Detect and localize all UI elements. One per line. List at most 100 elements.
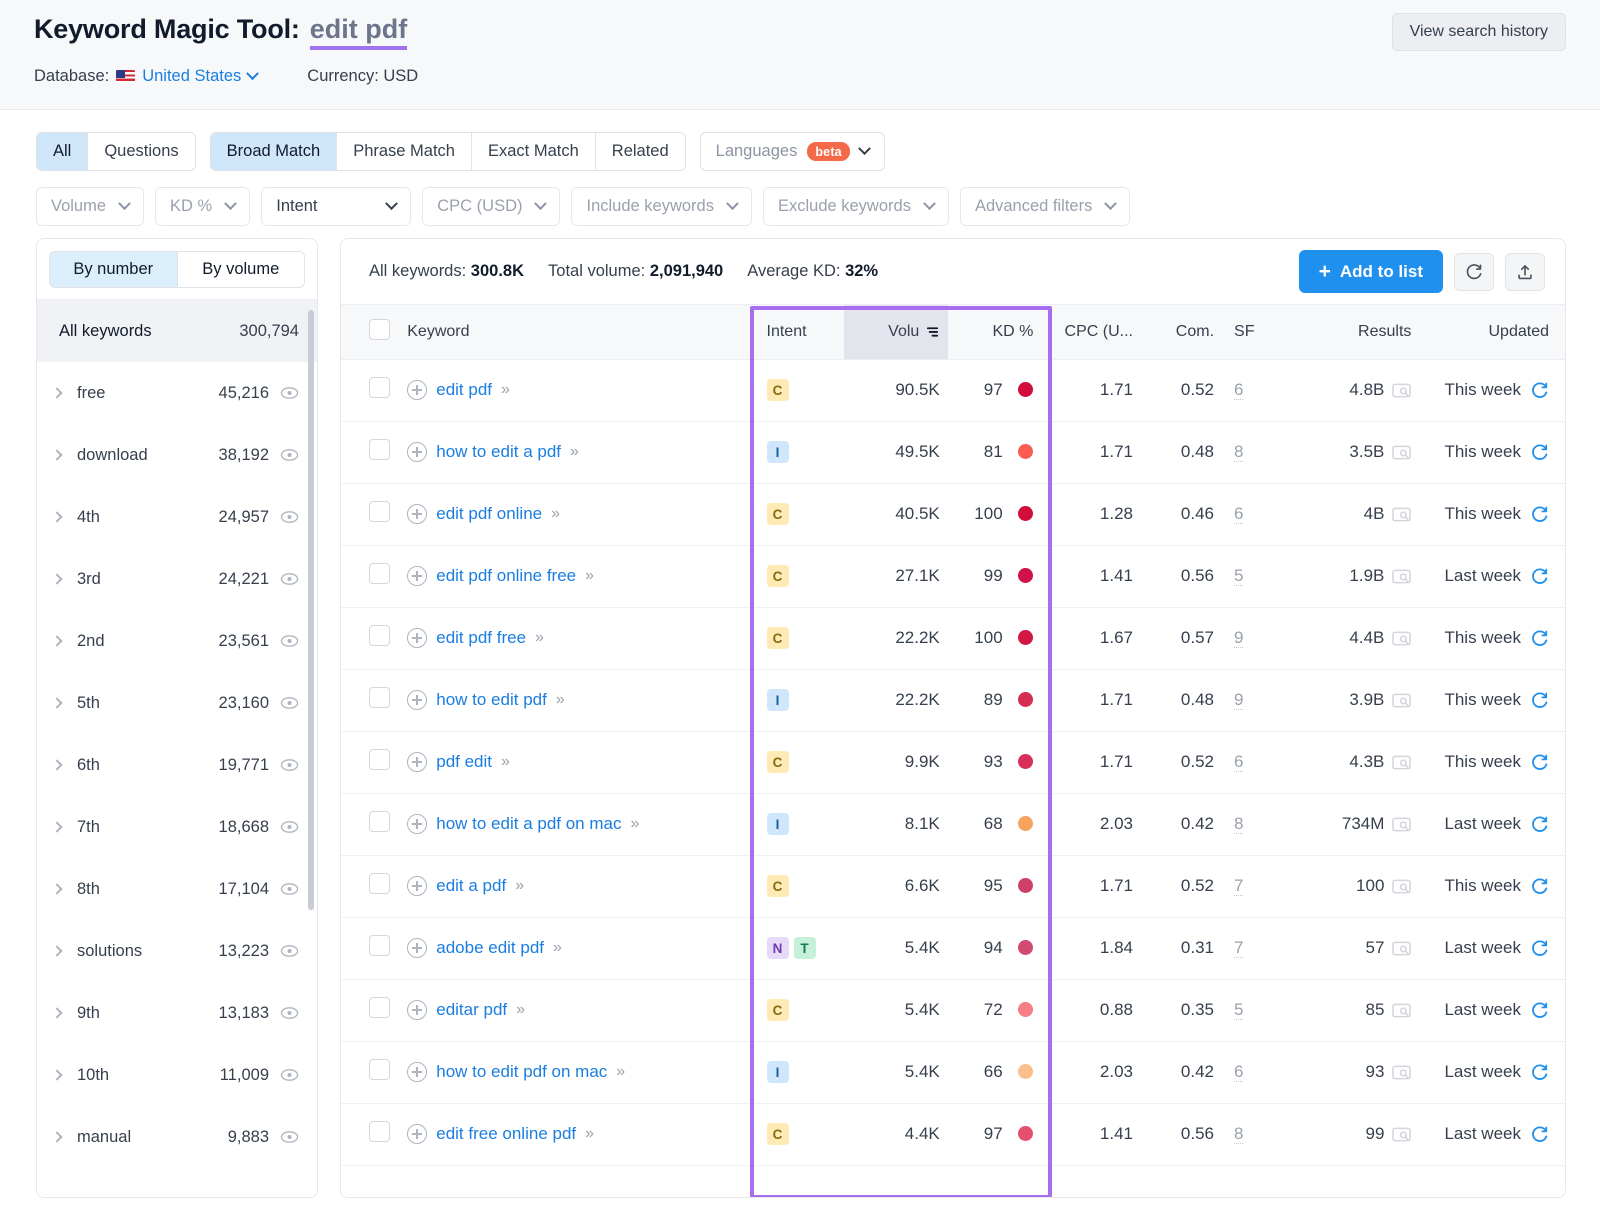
sidebar-item-4th[interactable]: 4th 24,957 bbox=[37, 486, 317, 548]
sidebar-item-9th[interactable]: 9th 13,183 bbox=[37, 982, 317, 1044]
keyword-expand-icon[interactable]: » bbox=[535, 629, 542, 647]
add-keyword-icon[interactable] bbox=[407, 752, 427, 772]
table-row[interactable]: edit pdf free » C 22.2K 100 1.67 0.57 9 … bbox=[341, 607, 1565, 669]
keyword-link[interactable]: how to edit a pdf on mac bbox=[436, 814, 621, 834]
keyword-link[interactable]: edit pdf free bbox=[436, 628, 526, 648]
sidebar-item-free[interactable]: free 45,216 bbox=[37, 362, 317, 424]
add-keyword-icon[interactable] bbox=[407, 1000, 427, 1020]
column-com[interactable]: Com. bbox=[1141, 305, 1222, 359]
select-all-checkbox[interactable] bbox=[369, 319, 390, 340]
keyword-expand-icon[interactable]: » bbox=[551, 505, 558, 523]
row-checkbox[interactable] bbox=[369, 1121, 390, 1142]
sf-value[interactable]: 6 bbox=[1234, 504, 1243, 524]
chevron-right-icon[interactable] bbox=[51, 759, 62, 770]
table-row[interactable]: pdf edit » C 9.9K 93 1.71 0.52 6 4.3B Th… bbox=[341, 731, 1565, 793]
intent-badge-C[interactable]: C bbox=[767, 503, 789, 525]
table-row[interactable]: editar pdf » C 5.4K 72 0.88 0.35 5 85 La… bbox=[341, 979, 1565, 1041]
keyword-expand-icon[interactable]: » bbox=[501, 753, 508, 771]
keyword-expand-icon[interactable]: » bbox=[585, 1125, 592, 1143]
table-row[interactable]: how to edit a pdf » I 49.5K 81 1.71 0.48… bbox=[341, 421, 1565, 483]
add-keyword-icon[interactable] bbox=[407, 1062, 427, 1082]
sidebar-scrollbar[interactable] bbox=[308, 310, 314, 910]
sf-value[interactable]: 5 bbox=[1234, 1000, 1243, 1020]
sf-value[interactable]: 6 bbox=[1234, 752, 1243, 772]
chevron-right-icon[interactable] bbox=[51, 511, 62, 522]
preview-eye-button[interactable] bbox=[279, 882, 299, 896]
sf-value[interactable]: 5 bbox=[1234, 566, 1243, 586]
keyword-link[interactable]: edit a pdf bbox=[436, 876, 506, 896]
row-checkbox[interactable] bbox=[369, 625, 390, 646]
preview-eye-button[interactable] bbox=[279, 510, 299, 524]
keyword-link[interactable]: edit free online pdf bbox=[436, 1124, 576, 1144]
preview-eye-button[interactable] bbox=[279, 944, 299, 958]
keyword-link[interactable]: how to edit pdf on mac bbox=[436, 1062, 607, 1082]
sf-value[interactable]: 6 bbox=[1234, 380, 1243, 400]
intent-badge-C[interactable]: C bbox=[767, 1123, 789, 1145]
add-keyword-icon[interactable] bbox=[407, 876, 427, 896]
tab-all[interactable]: All bbox=[37, 133, 88, 170]
sidebar-item-3rd[interactable]: 3rd 24,221 bbox=[37, 548, 317, 610]
add-to-list-button[interactable]: + Add to list bbox=[1299, 250, 1443, 293]
add-keyword-icon[interactable] bbox=[407, 380, 427, 400]
database-value[interactable]: United States bbox=[142, 67, 241, 86]
chevron-right-icon[interactable] bbox=[51, 1007, 62, 1018]
row-checkbox[interactable] bbox=[369, 501, 390, 522]
keyword-expand-icon[interactable]: » bbox=[570, 443, 577, 461]
filter-exclude-keywords[interactable]: Exclude keywords bbox=[763, 187, 949, 226]
column-volume[interactable]: Volu bbox=[844, 305, 948, 359]
sf-value[interactable]: 8 bbox=[1234, 814, 1243, 834]
tab-questions[interactable]: Questions bbox=[88, 133, 194, 170]
row-checkbox[interactable] bbox=[369, 687, 390, 708]
column-results[interactable]: Results bbox=[1286, 305, 1419, 359]
chevron-right-icon[interactable] bbox=[51, 1131, 62, 1142]
chevron-right-icon[interactable] bbox=[51, 883, 62, 894]
intent-badge-C[interactable]: C bbox=[767, 565, 789, 587]
keyword-link[interactable]: edit pdf bbox=[436, 380, 492, 400]
keyword-expand-icon[interactable]: » bbox=[556, 691, 563, 709]
filter-include-keywords[interactable]: Include keywords bbox=[571, 187, 751, 226]
column-intent[interactable]: Intent bbox=[755, 305, 844, 359]
sf-value[interactable]: 6 bbox=[1234, 1062, 1243, 1082]
view-search-history-button[interactable]: View search history bbox=[1392, 13, 1566, 51]
preview-eye-button[interactable] bbox=[279, 758, 299, 772]
row-checkbox[interactable] bbox=[369, 563, 390, 584]
sf-value[interactable]: 7 bbox=[1234, 876, 1243, 896]
chevron-down-icon[interactable] bbox=[246, 68, 259, 81]
sidebar-item-solutions[interactable]: solutions 13,223 bbox=[37, 920, 317, 982]
add-keyword-icon[interactable] bbox=[407, 504, 427, 524]
intent-badge-C[interactable]: C bbox=[767, 875, 789, 897]
chevron-right-icon[interactable] bbox=[51, 697, 62, 708]
row-checkbox[interactable] bbox=[369, 377, 390, 398]
chevron-right-icon[interactable] bbox=[51, 387, 62, 398]
row-checkbox[interactable] bbox=[369, 1059, 390, 1080]
row-checkbox[interactable] bbox=[369, 935, 390, 956]
column-updated[interactable]: Updated bbox=[1419, 305, 1565, 359]
column-sf[interactable]: SF bbox=[1222, 305, 1286, 359]
filter-volume[interactable]: Volume bbox=[36, 187, 144, 226]
keyword-expand-icon[interactable]: » bbox=[553, 939, 560, 957]
chevron-right-icon[interactable] bbox=[51, 635, 62, 646]
preview-eye-button[interactable] bbox=[279, 572, 299, 586]
add-keyword-icon[interactable] bbox=[407, 442, 427, 462]
add-keyword-icon[interactable] bbox=[407, 566, 427, 586]
table-row[interactable]: edit pdf online free » C 27.1K 99 1.41 0… bbox=[341, 545, 1565, 607]
keyword-link[interactable]: adobe edit pdf bbox=[436, 938, 544, 958]
intent-badge-I[interactable]: I bbox=[767, 441, 789, 463]
intent-badge-I[interactable]: I bbox=[767, 813, 789, 835]
filter-cpc[interactable]: CPC (USD) bbox=[422, 187, 560, 226]
languages-dropdown[interactable]: Languages beta bbox=[700, 132, 885, 171]
sf-value[interactable]: 8 bbox=[1234, 1124, 1243, 1144]
intent-badge-I[interactable]: I bbox=[767, 689, 789, 711]
filter-kd[interactable]: KD % bbox=[155, 187, 250, 226]
keyword-expand-icon[interactable]: » bbox=[501, 381, 508, 399]
preview-eye-button[interactable] bbox=[279, 634, 299, 648]
chevron-right-icon[interactable] bbox=[51, 573, 62, 584]
add-keyword-icon[interactable] bbox=[407, 938, 427, 958]
preview-eye-button[interactable] bbox=[279, 386, 299, 400]
chevron-right-icon[interactable] bbox=[51, 449, 62, 460]
preview-eye-button[interactable] bbox=[279, 1068, 299, 1082]
column-kd[interactable]: KD % bbox=[948, 305, 1046, 359]
keyword-link[interactable]: edit pdf online free bbox=[436, 566, 576, 586]
add-keyword-icon[interactable] bbox=[407, 690, 427, 710]
tab-exact-match[interactable]: Exact Match bbox=[472, 133, 596, 170]
